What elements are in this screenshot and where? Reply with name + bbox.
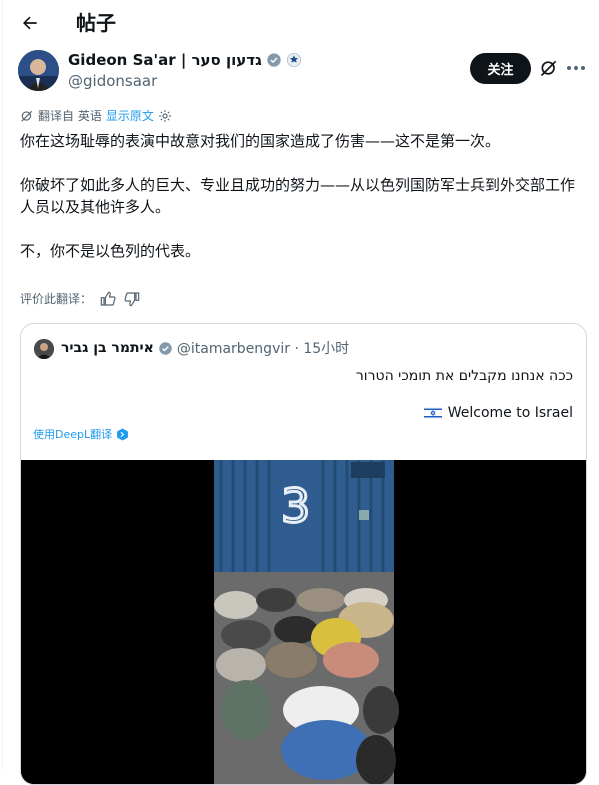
rate-translation-row: 评价此翻译： [20,290,140,307]
more-icon[interactable] [566,58,586,78]
quoted-welcome-line: Welcome to Israel [423,405,573,421]
container-number: 3 [281,479,310,533]
settings-icon[interactable] [158,109,172,123]
author-name[interactable]: Gideon Sa'ar | גדעון סער [68,51,262,69]
quoted-video-media[interactable]: 3 [21,460,586,784]
quoted-author-name[interactable]: איתמר בן גביר [61,340,154,356]
deepl-translate-link[interactable]: 使用DeepL翻译 [33,426,129,442]
page-title: 帖子 [76,11,116,35]
left-divider [2,0,3,770]
translate-icon [21,110,33,122]
quoted-hebrew-text: ככה אנחנו מקבלים את תומכי הטרור [355,368,573,384]
post-text: 你在这场耻辱的表演中故意对我们的国家造成了伤害——这不是第一次。 你破坏了如此多… [20,130,580,262]
thumbs-up-icon[interactable] [100,291,116,307]
quoted-post-card[interactable]: איתמר בן גביר @itamarbengvir · 15小时 ככה … [20,323,587,785]
affiliate-badge-icon[interactable] [286,52,302,68]
deepl-icon [117,428,129,440]
show-original-link[interactable]: 显示原文 [106,107,154,124]
post-paragraph: 不，你不是以色列的代表。 [20,242,201,260]
follow-button[interactable]: 关注 [470,53,531,84]
rate-label: 评价此翻译： [20,292,93,306]
back-button[interactable] [14,8,46,38]
translated-from-label: 翻译自 英语 [38,109,102,123]
author-handle[interactable]: @gidonsaar [68,72,157,90]
quoted-welcome-text: Welcome to Israel [447,405,573,421]
author-name-row: Gideon Sa'ar | גדעון סער [68,51,302,69]
israel-flag-icon [423,407,442,419]
avatar[interactable] [18,50,59,91]
quoted-handle-time: @itamarbengvir · 15小时 [176,341,350,357]
deepl-label: 使用DeepL翻译 [33,428,113,441]
back-arrow-icon [23,16,37,30]
verified-badge-icon [159,341,172,355]
quoted-avatar[interactable] [34,339,54,359]
translation-row: 翻译自 英语 显示原文 [20,107,172,124]
post-paragraph: 你在这场耻辱的表演中故意对我们的国家造成了伤害——这不是第一次。 [20,132,501,150]
thumbs-down-icon[interactable] [124,291,140,307]
quoted-header: איתמר בן גביר @itamarbengvir · 15小时 [61,338,349,358]
post-paragraph: 你破坏了如此多人的巨大、专业且成功的努力——从以色列国防军士兵到外交部工作人员以… [20,176,576,216]
grok-icon[interactable] [539,58,559,78]
verified-badge-icon [267,53,281,67]
